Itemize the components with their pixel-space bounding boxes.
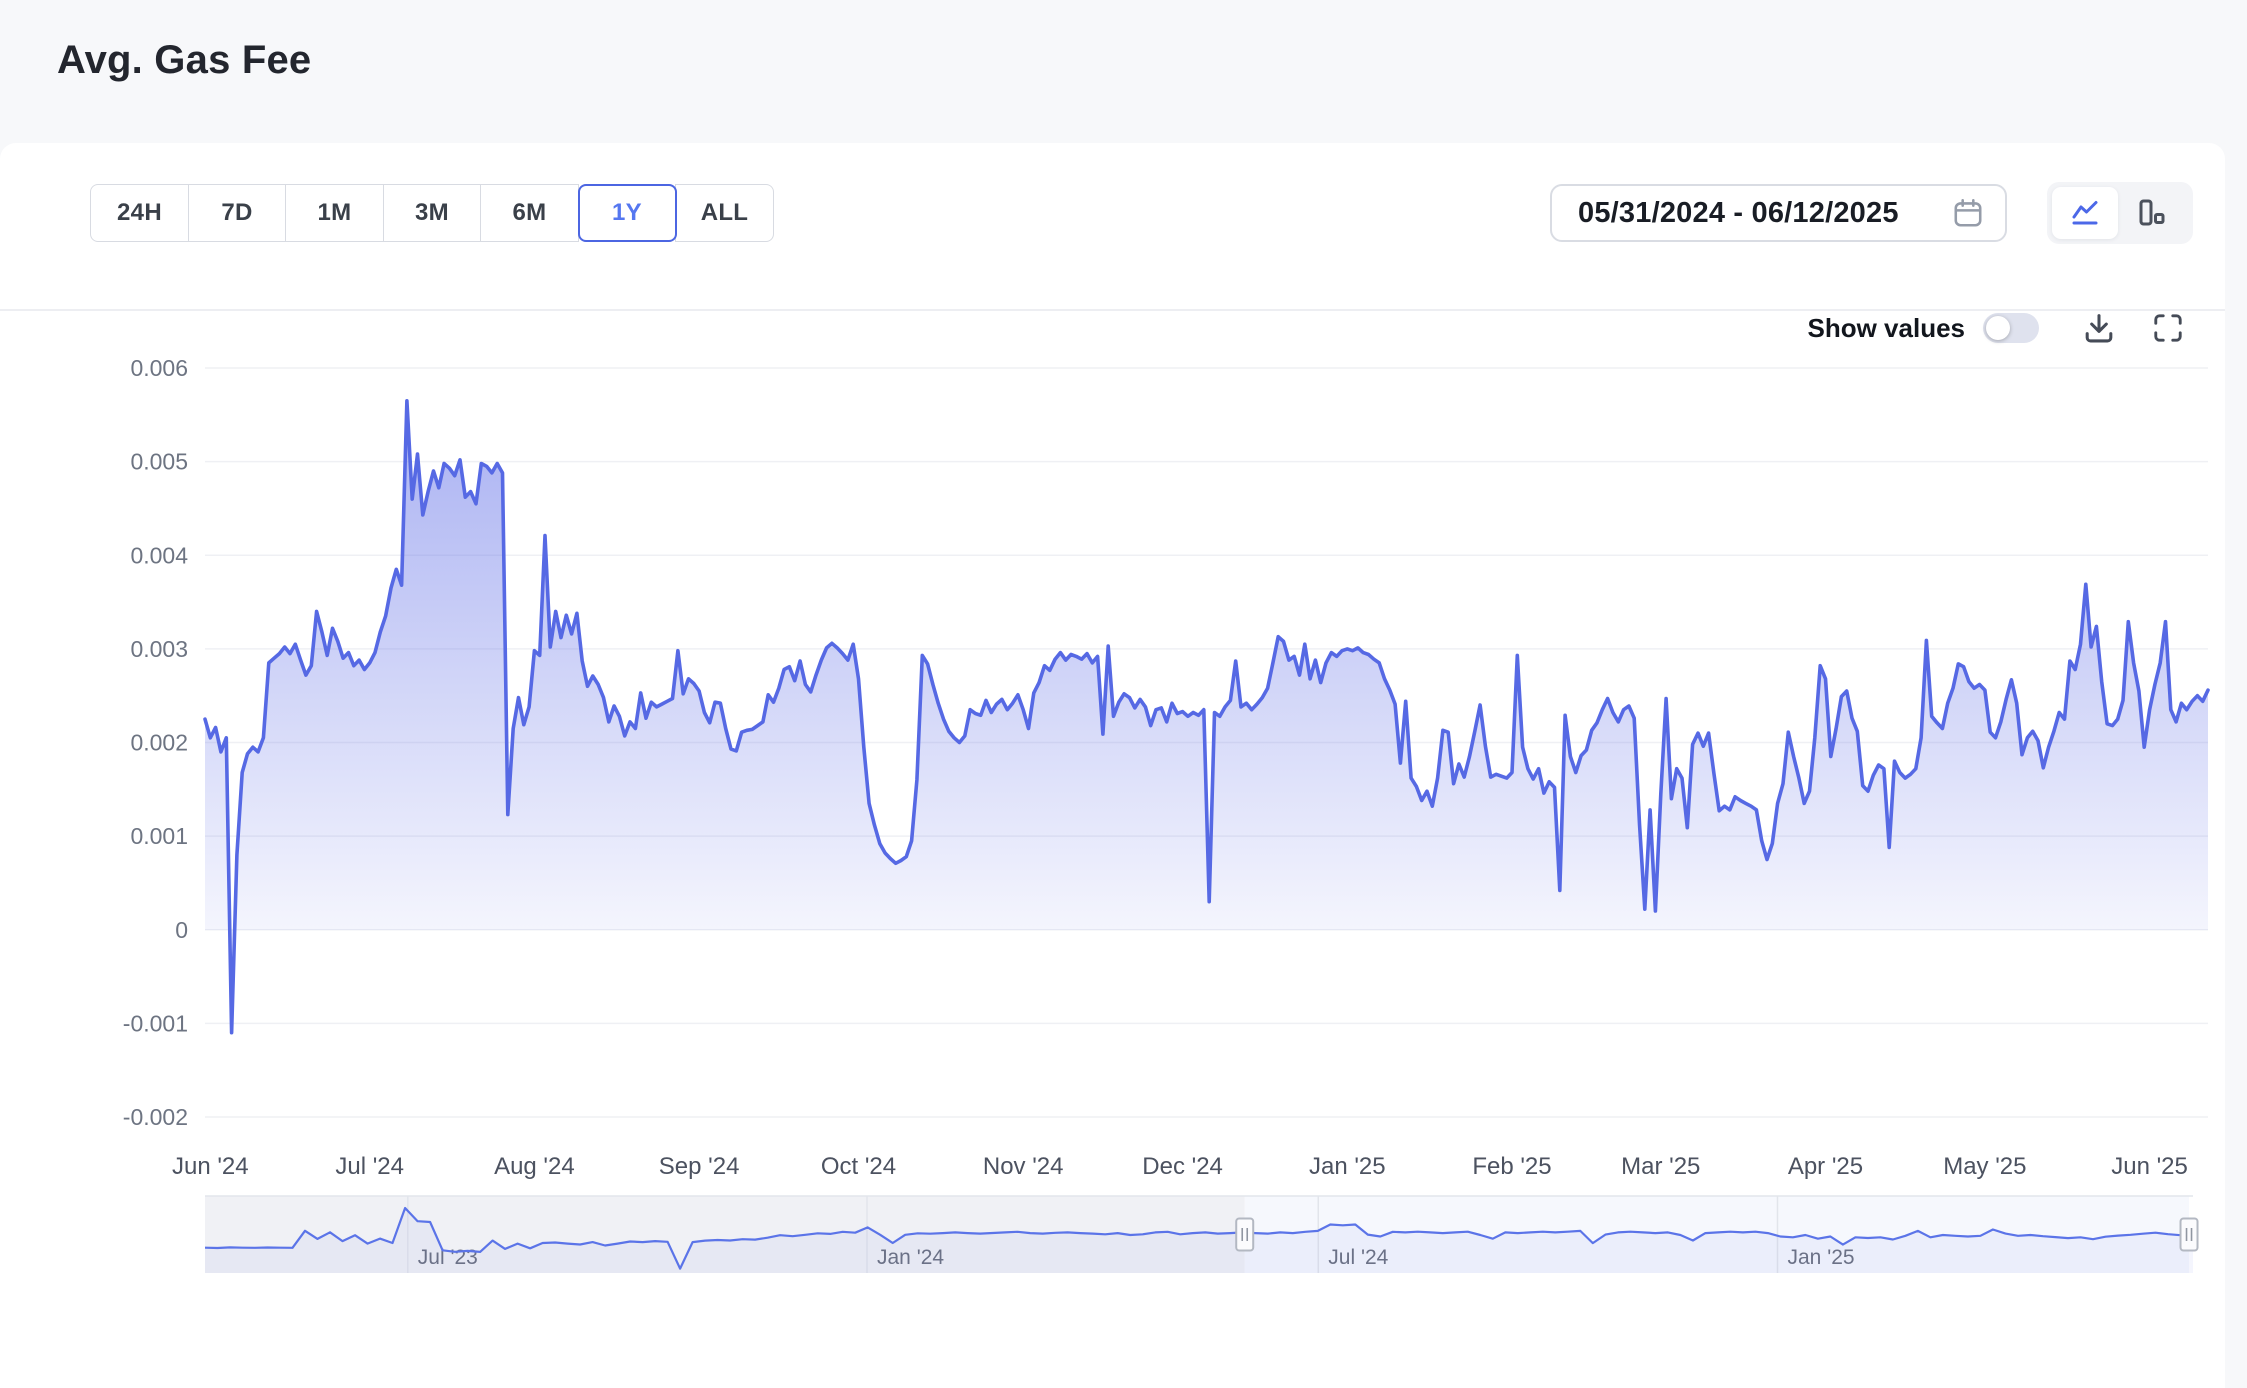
range-button-1y[interactable]: 1Y bbox=[578, 184, 677, 242]
download-button[interactable] bbox=[2081, 310, 2117, 346]
date-range-input[interactable]: 05/31/2024 - 06/12/2025 bbox=[1550, 184, 2007, 242]
toolbar: 24H 7D 1M 3M 6M 1Y ALL 05/31/2024 - 06/1… bbox=[0, 184, 2225, 242]
download-icon bbox=[2081, 310, 2117, 346]
date-range-value: 05/31/2024 - 06/12/2025 bbox=[1578, 197, 1899, 230]
range-button-3m[interactable]: 3M bbox=[383, 184, 482, 242]
range-button-7d[interactable]: 7D bbox=[188, 184, 287, 242]
calendar-icon bbox=[1951, 196, 1985, 230]
chart-plot-area[interactable] bbox=[205, 511, 2208, 1260]
toggle-knob bbox=[1986, 316, 2010, 340]
chart-card: 24H 7D 1M 3M 6M 1Y ALL 05/31/2024 - 06/1… bbox=[0, 143, 2225, 1388]
range-button-1m[interactable]: 1M bbox=[285, 184, 384, 242]
chart-controls: Show values bbox=[1808, 306, 2186, 350]
show-values-toggle[interactable] bbox=[1983, 313, 2039, 343]
column-chart-view-button[interactable] bbox=[2118, 187, 2184, 239]
range-button-all[interactable]: ALL bbox=[675, 184, 774, 242]
chart-type-toggle bbox=[2047, 182, 2193, 244]
show-values-label: Show values bbox=[1808, 313, 1966, 344]
fullscreen-icon bbox=[2151, 311, 2185, 345]
line-chart-view-button[interactable] bbox=[2052, 187, 2118, 239]
range-selector: 24H 7D 1M 3M 6M 1Y ALL bbox=[90, 184, 774, 242]
page-title: Avg. Gas Fee bbox=[57, 38, 311, 83]
range-button-6m[interactable]: 6M bbox=[480, 184, 579, 242]
range-button-24h[interactable]: 24H bbox=[90, 184, 189, 242]
line-chart-icon bbox=[2069, 197, 2101, 229]
fullscreen-button[interactable] bbox=[2151, 311, 2185, 345]
column-chart-icon bbox=[2135, 197, 2167, 229]
